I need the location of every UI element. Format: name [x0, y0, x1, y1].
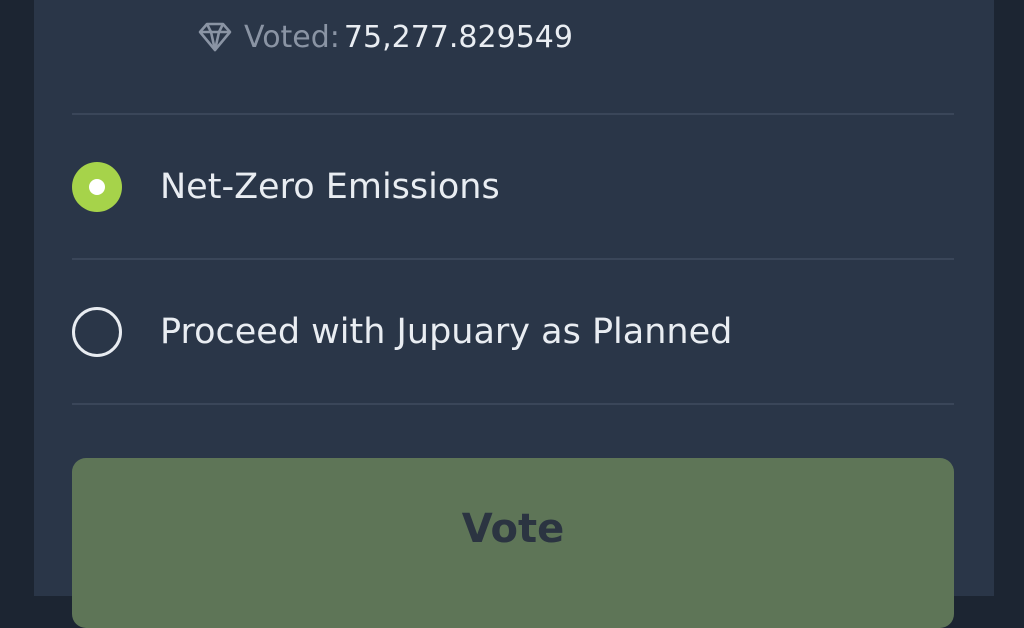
option-label: Proceed with Jupuary as Planned: [160, 312, 733, 352]
divider: [72, 113, 954, 115]
option-label: Net-Zero Emissions: [160, 167, 500, 207]
voted-stat: Voted: 75,277.829549: [196, 14, 573, 60]
voted-value: 75,277.829549: [343, 19, 573, 55]
radio-unselected-icon[interactable]: [72, 307, 122, 357]
radio-selected-icon[interactable]: [72, 162, 122, 212]
vote-button[interactable]: Vote: [72, 458, 954, 628]
option-proceed-with-jupuary[interactable]: Proceed with Jupuary as Planned: [72, 286, 954, 378]
voted-label: Voted:: [244, 19, 340, 55]
divider: [72, 258, 954, 260]
option-net-zero-emissions[interactable]: Net-Zero Emissions: [72, 141, 954, 233]
divider: [72, 403, 954, 405]
gem-icon: [196, 18, 234, 56]
vote-button-label: Vote: [461, 506, 565, 552]
